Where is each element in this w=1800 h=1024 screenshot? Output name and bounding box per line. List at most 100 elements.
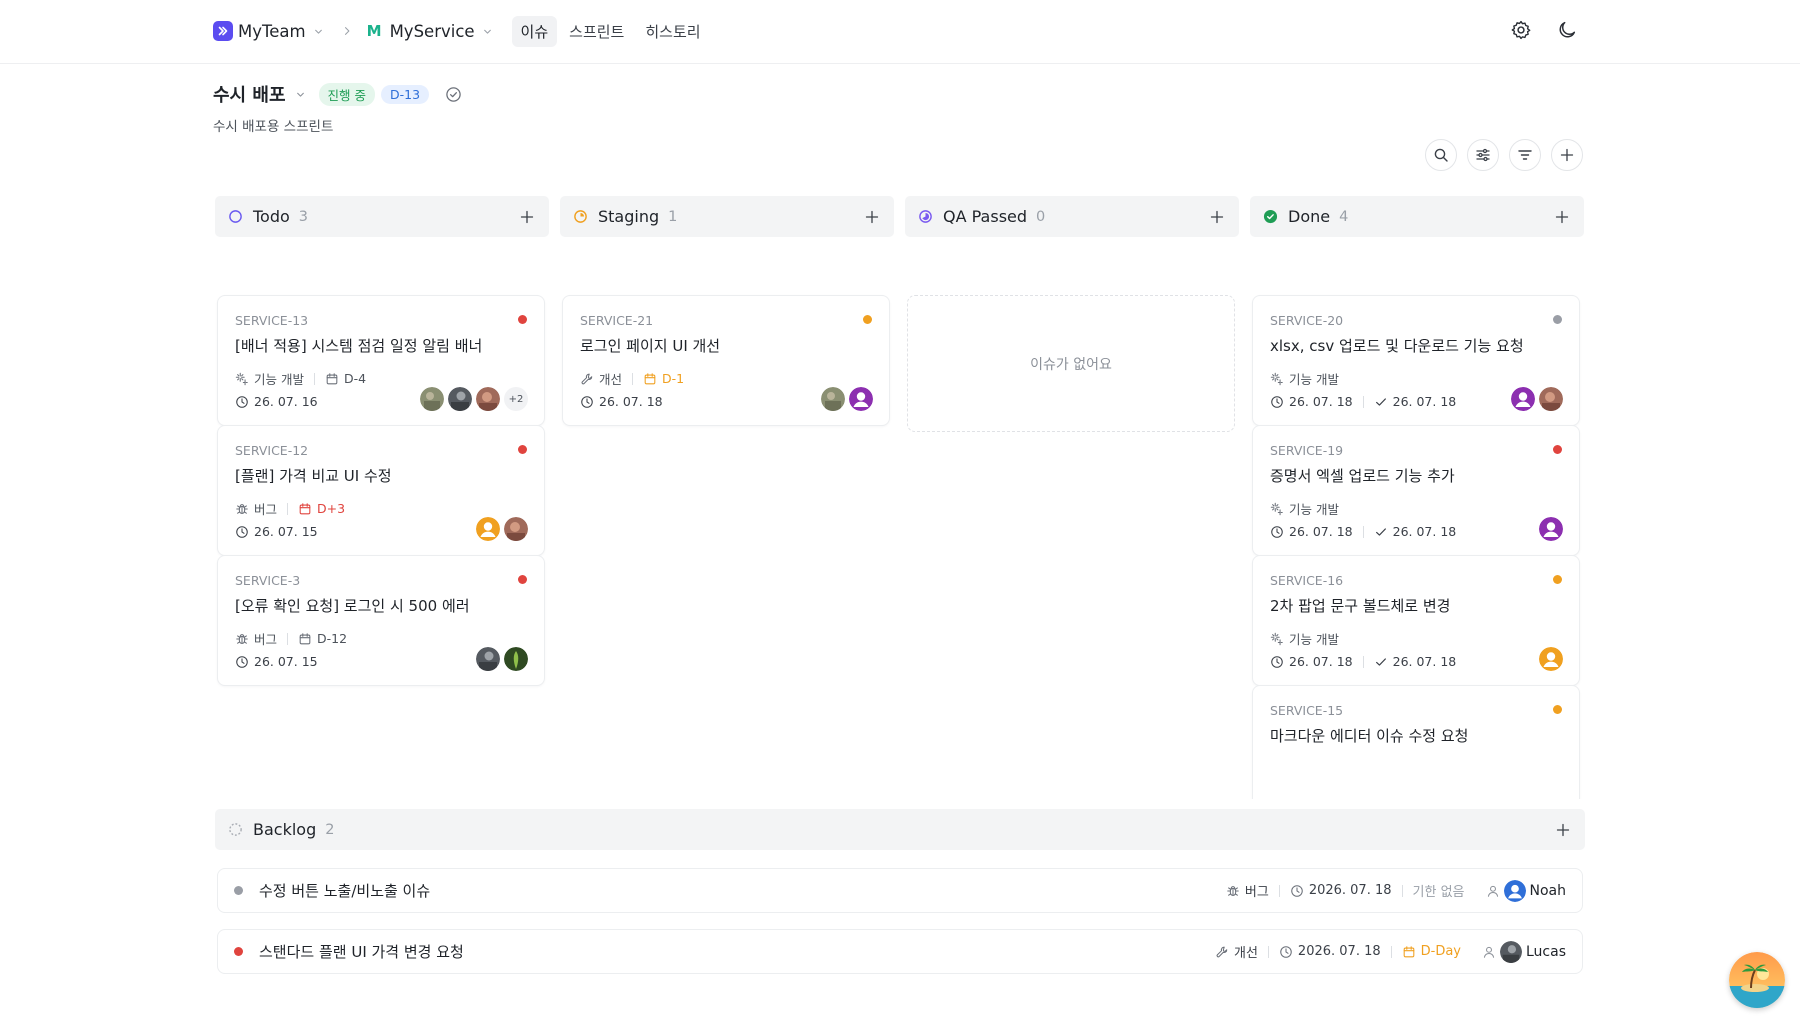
issue-card[interactable]: SERVICE-15 마크다운 에디터 이슈 수정 요청 — [1252, 685, 1580, 799]
backlog-row[interactable]: 수정 버튼 노출/비노출 이슈 버그 2026. 07. 18 기한 없음 No… — [217, 868, 1583, 913]
issue-card[interactable]: SERVICE-21 로그인 페이지 UI 개선 개선 D-1 26. 07. … — [562, 295, 890, 426]
assignee[interactable]: Noah — [1486, 879, 1567, 902]
check-icon — [1374, 655, 1388, 669]
assignee[interactable]: Lucas — [1482, 940, 1566, 963]
sprint-header: 수시 배포 진행 중 D-13 수시 배포용 스프린트 — [213, 81, 462, 135]
priority-dot — [1553, 575, 1562, 584]
issue-title: 마크다운 에디터 이슈 수정 요청 — [1270, 727, 1469, 745]
display-settings-button[interactable] — [1467, 139, 1499, 171]
sprint-title[interactable]: 수시 배포 — [213, 81, 286, 107]
issue-date: 26. 07. 15 — [254, 524, 318, 539]
chevron-down-icon[interactable] — [481, 25, 494, 38]
issue-card[interactable]: SERVICE-13 [배너 적용] 시스템 점검 일정 알림 배너 기능 개발… — [217, 295, 545, 426]
assignee-avatars[interactable]: +2 — [420, 387, 528, 411]
column-title: Todo — [253, 207, 290, 226]
tab-issues[interactable]: 이슈 — [511, 15, 558, 47]
qa-status-icon — [919, 210, 932, 223]
issue-due: D-Day — [1420, 944, 1461, 959]
plus-icon[interactable] — [1554, 209, 1570, 225]
help-chat-button[interactable] — [1729, 952, 1785, 1008]
column-staging: Staging 1 SERVICE-21 로그인 페이지 UI 개선 개선 D-… — [560, 196, 894, 799]
avatar — [476, 387, 500, 411]
assignee-avatars[interactable] — [1511, 387, 1563, 411]
breadcrumb: MyTeam M MyService 이슈 스프린트 히스토리 — [213, 15, 713, 47]
calendar-icon — [325, 372, 339, 386]
issue-done-date: 26. 07. 18 — [1392, 524, 1457, 539]
todo-status-icon — [229, 210, 242, 223]
user-icon — [1486, 884, 1500, 898]
add-issue-button[interactable] — [1551, 139, 1583, 171]
issue-title: [오류 확인 요청] 로그인 시 500 에러 — [235, 597, 470, 615]
issue-title: xlsx, csv 업로드 및 다운로드 기능 요청 — [1270, 337, 1524, 355]
column-header: Staging 1 — [560, 196, 894, 237]
calendar-icon — [643, 372, 657, 386]
search-icon — [1434, 148, 1448, 162]
plus-icon[interactable] — [1555, 822, 1571, 838]
nav-tabs: 이슈 스프린트 히스토리 — [511, 15, 713, 47]
issue-card[interactable]: SERVICE-20 xlsx, csv 업로드 및 다운로드 기능 요청 기능… — [1252, 295, 1580, 426]
issue-card[interactable]: SERVICE-12 [플랜] 가격 비교 UI 수정 버그 D+3 26. 0… — [217, 425, 545, 556]
settings-gear-icon[interactable] — [1508, 17, 1534, 43]
complete-sprint-check-icon[interactable] — [445, 86, 462, 103]
column-qa-passed: QA Passed 0 이슈가 없어요 — [905, 196, 1239, 799]
assignee-avatars[interactable] — [476, 517, 528, 541]
avatar — [448, 387, 472, 411]
chevron-down-icon[interactable] — [312, 25, 325, 38]
plus-icon[interactable] — [1209, 209, 1225, 225]
search-button[interactable] — [1425, 139, 1457, 171]
clock-icon — [1270, 525, 1284, 539]
sparkle-icon — [1270, 502, 1284, 516]
sparkle-icon — [235, 372, 249, 386]
sprint-subtitle: 수시 배포용 스프린트 — [213, 119, 334, 135]
dark-mode-moon-icon[interactable] — [1554, 17, 1580, 43]
priority-dot — [1553, 705, 1562, 714]
plus-icon[interactable] — [864, 209, 880, 225]
issue-date: 2026. 07. 18 — [1297, 944, 1381, 959]
assignee-avatars[interactable] — [476, 647, 528, 671]
tab-history[interactable]: 히스토리 — [636, 16, 709, 47]
issue-type: 개선 — [1234, 946, 1258, 961]
avatar — [504, 517, 528, 541]
assignee-name: Noah — [1529, 882, 1567, 899]
empty-column-placeholder: 이슈가 없어요 — [907, 295, 1235, 432]
avatar — [1539, 647, 1563, 671]
clock-icon — [235, 655, 249, 669]
backlog-status-icon — [229, 823, 242, 836]
issue-type: 기능 개발 — [1289, 372, 1339, 387]
backlog-header: Backlog 2 — [215, 809, 1585, 850]
avatar — [1511, 387, 1535, 411]
backlog-row[interactable]: 스탠다드 플랜 UI 가격 변경 요청 개선 2026. 07. 18 D-Da… — [217, 929, 1583, 974]
issue-card[interactable]: SERVICE-3 [오류 확인 요청] 로그인 시 500 에러 버그 D-1… — [217, 555, 545, 686]
team-selector[interactable]: MyTeam — [238, 22, 306, 41]
sparkle-icon — [1270, 632, 1284, 646]
avatar — [504, 647, 528, 671]
avatar — [476, 517, 500, 541]
issue-due: 기한 없음 — [1412, 885, 1465, 900]
sliders-icon — [1476, 148, 1490, 162]
issue-card[interactable]: SERVICE-16 2차 팝업 문구 볼드체로 변경 기능 개발 26. 07… — [1252, 555, 1580, 686]
issue-card[interactable]: SERVICE-19 증명서 엑셀 업로드 기능 추가 기능 개발 26. 07… — [1252, 425, 1580, 556]
assignee-avatars[interactable] — [1539, 647, 1563, 671]
issue-date: 26. 07. 18 — [1289, 524, 1353, 539]
clock-icon — [1279, 945, 1293, 959]
issue-date: 2026. 07. 18 — [1308, 883, 1392, 898]
service-selector[interactable]: MyService — [390, 22, 475, 41]
wrench-icon — [1215, 945, 1229, 959]
wrench-icon — [580, 372, 594, 386]
issue-id: SERVICE-3 — [235, 573, 301, 588]
assignee-avatars[interactable] — [1539, 517, 1563, 541]
issue-type: 기능 개발 — [254, 372, 304, 387]
tab-sprints[interactable]: 스프린트 — [560, 16, 633, 47]
priority-dot — [234, 947, 243, 956]
avatar — [420, 387, 444, 411]
staging-status-icon — [574, 210, 587, 223]
assignee-avatars[interactable] — [821, 387, 873, 411]
filter-button[interactable] — [1509, 139, 1541, 171]
issue-due: D-1 — [662, 371, 685, 386]
plus-icon[interactable] — [519, 209, 535, 225]
service-logo-icon: M — [366, 22, 382, 40]
chevron-down-icon[interactable] — [294, 88, 307, 101]
issue-id: SERVICE-21 — [580, 313, 654, 328]
issue-due: D-4 — [343, 371, 367, 386]
calendar-icon — [1402, 945, 1416, 959]
